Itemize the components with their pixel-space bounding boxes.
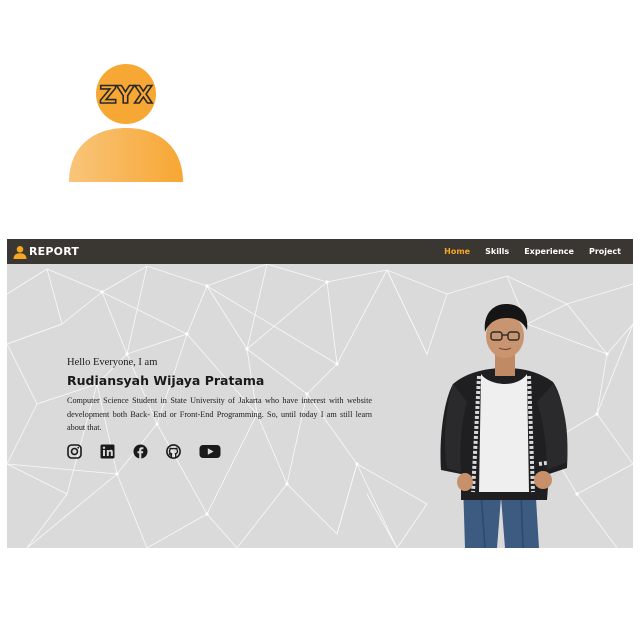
logo-avatar: ZYX [68,62,184,182]
nav-link-home[interactable]: Home [444,247,470,256]
person-icon [13,245,27,259]
nav-link-skills[interactable]: Skills [485,247,509,256]
navbar: REPORT Home Skills Experience Project [7,239,633,264]
linkedin-icon[interactable] [100,444,115,459]
instagram-icon[interactable] [67,443,82,459]
brand-text: REPORT [29,245,80,258]
facebook-icon[interactable] [133,444,148,459]
person-avatar-icon: ZYX [69,64,183,182]
greeting-text: Hello Everyone, I am [67,357,158,368]
nav-links: Home Skills Experience Project [444,247,621,256]
social-links [67,443,372,459]
nav-link-project[interactable]: Project [589,247,621,256]
youtube-icon[interactable] [199,444,221,459]
hero-name: Rudiansyah Wijaya Pratama [67,373,265,388]
github-icon[interactable] [166,443,181,459]
person-photo [435,292,575,548]
hero-bio: Computer Science Student in State Univer… [67,396,372,432]
nav-link-experience[interactable]: Experience [524,247,574,256]
hero-section: Hello Everyone, I am Rudiansyah Wijaya P… [7,264,633,548]
canvas: ZYX REPORT Home Skills Experience Projec… [0,0,640,640]
website-preview: REPORT Home Skills Experience Project He… [7,239,633,548]
brand[interactable]: REPORT [13,245,79,259]
intro-block: Hello Everyone, I am Rudiansyah Wijaya P… [67,357,372,459]
logo-text: ZYX [99,81,153,109]
